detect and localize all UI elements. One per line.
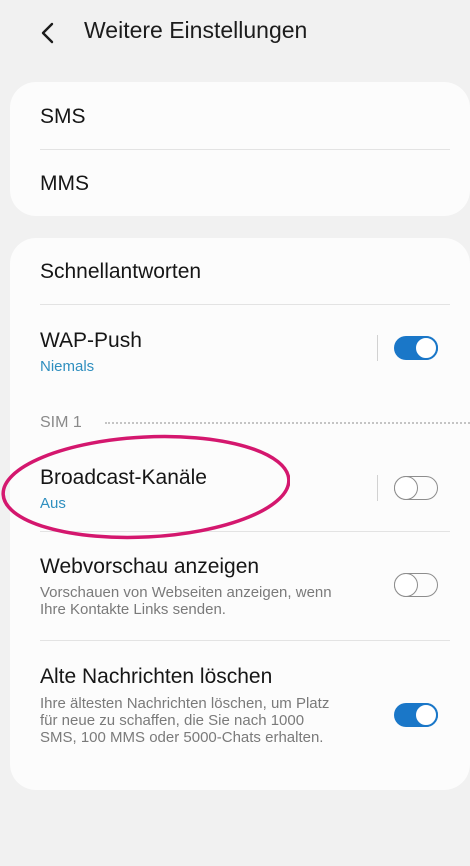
sms-settings-item[interactable]: SMS bbox=[10, 82, 470, 149]
wap-push-label: WAP-Push bbox=[40, 329, 142, 352]
delete-old-messages-toggle[interactable] bbox=[394, 703, 438, 727]
quick-replies-item[interactable]: Schnellantworten bbox=[10, 238, 470, 304]
section-dotted-line bbox=[105, 422, 470, 424]
web-preview-label: Webvorschau anzeigen bbox=[40, 555, 260, 578]
messaging-types-card: SMS MMS bbox=[10, 82, 470, 216]
app-bar: Weitere Einstellungen bbox=[0, 0, 470, 70]
sms-label: SMS bbox=[40, 105, 86, 128]
advanced-settings-card: Schnellantworten WAP-Push Niemals SIM 1 … bbox=[10, 238, 470, 790]
wap-push-value: Niemals bbox=[40, 358, 95, 375]
sim-section-header: SIM 1 bbox=[40, 414, 82, 431]
separator-bar bbox=[377, 475, 378, 501]
wap-push-item[interactable]: WAP-Push Niemals bbox=[10, 305, 470, 395]
mms-settings-item[interactable]: MMS bbox=[10, 150, 470, 216]
delete-old-messages-description: Ihre ältesten Nachrichten löschen, um Pl… bbox=[40, 695, 330, 746]
broadcast-channels-toggle[interactable] bbox=[393, 475, 438, 500]
mms-label: MMS bbox=[40, 172, 89, 195]
separator-bar bbox=[377, 335, 378, 361]
toggle-knob bbox=[414, 336, 438, 360]
toggle-knob bbox=[414, 703, 438, 727]
web-preview-toggle[interactable] bbox=[393, 572, 438, 597]
chevron-left-icon bbox=[41, 22, 54, 44]
page-title: Weitere Einstellungen bbox=[84, 17, 308, 43]
delete-old-messages-item[interactable]: Alte Nachrichten löschen Ihre ältesten N… bbox=[10, 641, 470, 790]
web-preview-description: Vorschauen von Webseiten anzeigen, wenn … bbox=[40, 584, 332, 618]
quick-replies-label: Schnellantworten bbox=[40, 260, 202, 283]
broadcast-channels-label: Broadcast-Kanäle bbox=[40, 466, 207, 489]
broadcast-channels-value: Aus bbox=[40, 495, 66, 512]
back-button[interactable] bbox=[30, 15, 66, 51]
toggle-knob bbox=[393, 475, 418, 500]
toggle-knob bbox=[393, 572, 418, 597]
delete-old-messages-label: Alte Nachrichten löschen bbox=[40, 665, 273, 688]
broadcast-channels-item[interactable]: Broadcast-Kanäle Aus bbox=[10, 443, 470, 531]
web-preview-item[interactable]: Webvorschau anzeigen Vorschauen von Webs… bbox=[10, 532, 470, 640]
wap-push-toggle[interactable] bbox=[394, 336, 438, 360]
